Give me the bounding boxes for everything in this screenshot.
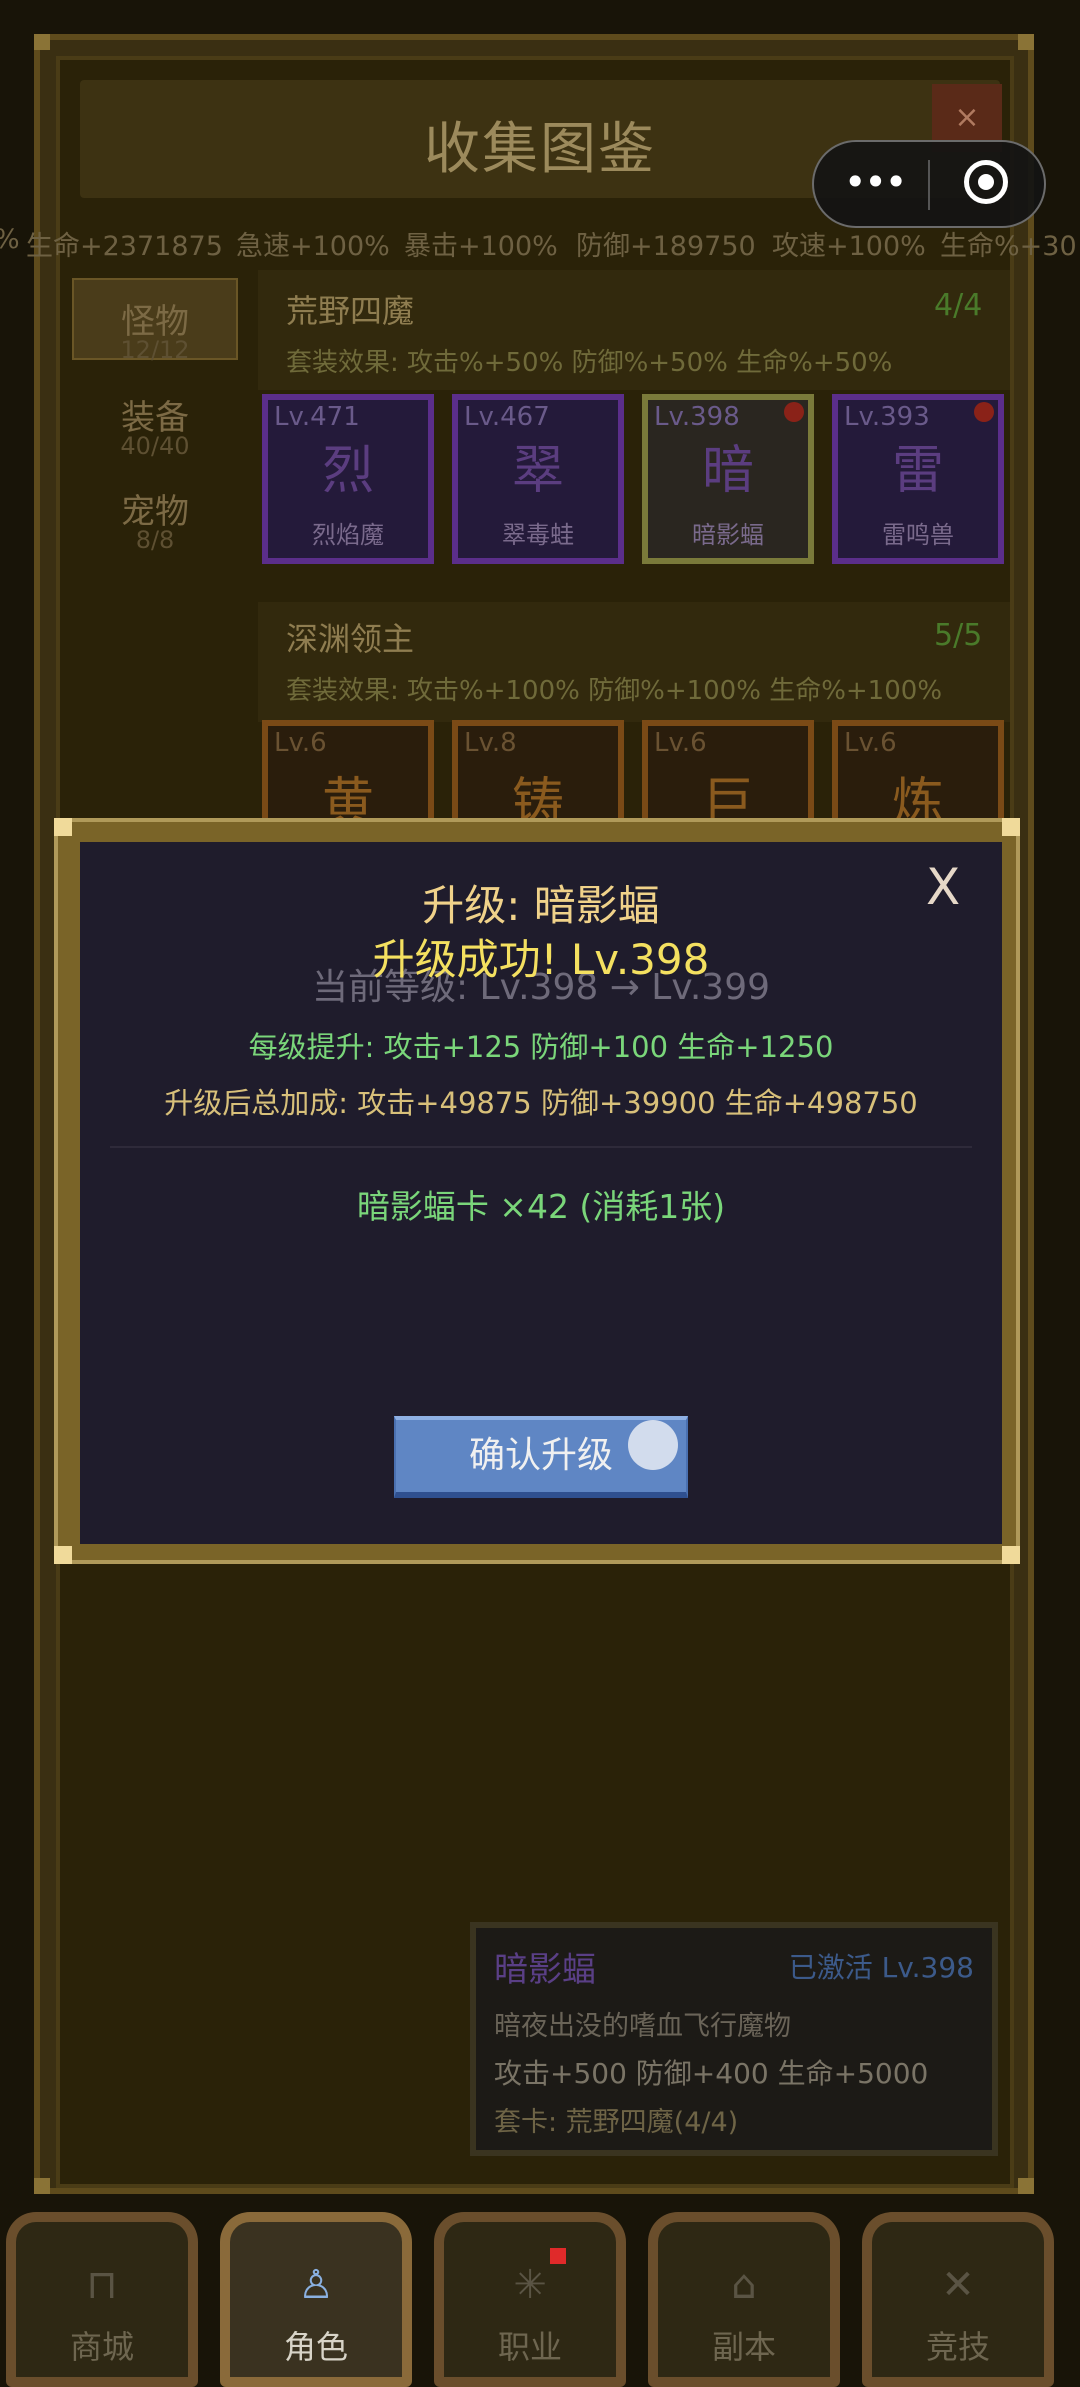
modal-corner [54,1546,72,1564]
exit-target-icon[interactable] [964,160,1008,204]
group-count: 4/4 [934,288,983,323]
card-name: 翠毒蛙 [502,521,574,549]
monster-card[interactable]: Lv.467 翠 翠毒蛙 [452,394,624,564]
stat-item: 攻速+100% [772,231,926,262]
card-level: Lv.6 [274,728,327,758]
modal-corner [1002,1546,1020,1564]
group-name: 深渊领主 [286,620,415,658]
nav-shop[interactable]: ⊓ 商城 [6,2212,198,2387]
capsule-divider [928,160,930,210]
stat-item: 急速+100% [236,231,390,262]
card-level: Lv.6 [654,728,707,758]
card-name: 雷鸣兽 [882,521,954,549]
info-card-status: 已激活 Lv.398 [788,1951,974,1984]
touch-indicator [628,1420,678,1470]
shop-icon: ⊓ [86,2262,118,2308]
mini-program-capsule: ••• [812,140,1046,228]
set-effect: 套装效果: 攻击%+50% 防御%+50% 生命%+50% [286,348,893,378]
tab-count: 8/8 [135,526,175,554]
stat-item: % [0,224,20,255]
total-stats-strip: % 生命+2371875 急速+100% 暴击+100% 防御+189750 攻… [0,218,1080,262]
frame-corner [1018,34,1034,50]
tab-pets[interactable]: 宠物 8/8 [72,474,238,556]
monster-card[interactable]: Lv.8 铸 [452,720,624,833]
card-glyph: 暗 [701,441,754,501]
modal-title: 升级: 暗影蝠 [422,881,660,930]
nav-label: 职业 [497,2328,562,2366]
more-menu-icon[interactable]: ••• [844,160,907,204]
card-inventory-count: 暗影蝠卡 ×42 (消耗1张) [356,1187,726,1226]
group-count: 5/5 [934,618,983,653]
tab-count: 40/40 [120,432,190,460]
monster-card[interactable]: Lv.6 黄 [262,720,434,833]
upgrade-success-toast: 升级成功! Lv.398 [372,935,710,984]
arena-icon: ✕ [941,2262,975,2308]
nav-label: 竞技 [925,2328,990,2366]
card-name: 暗影蝠 [692,521,764,549]
modal-corner [54,818,72,836]
class-icon: ✳ [513,2262,547,2308]
card-glyph: 雷 [891,441,944,501]
tab-equipment[interactable]: 装备 40/40 [72,380,238,462]
modal-corner [1002,818,1020,836]
set-effect: 套装效果: 攻击%+100% 防御%+100% 生命%+100% [286,676,943,706]
stat-item: 暴击+100% [404,231,558,262]
group-name: 荒野四魔 [286,292,415,330]
nav-label: 商城 [69,2328,134,2366]
nav-label: 副本 [711,2328,776,2366]
frame-corner [1018,2178,1034,2194]
card-glyph: 烈 [321,441,374,501]
total-bonus-after: 升级后总加成: 攻击+49875 防御+39900 生命+498750 [164,1086,918,1120]
info-card-description: 暗夜出没的嗜血飞行魔物 [494,2011,791,2042]
nav-class[interactable]: ✳ 职业 [434,2212,626,2387]
dungeon-icon: ⌂ [731,2262,757,2308]
monster-card[interactable]: Lv.471 烈 烈焰魔 [262,394,434,564]
card-glyph: 翠 [511,441,564,501]
selected-card-info-panel: 暗影蝠 已激活 Lv.398 暗夜出没的嗜血飞行魔物 攻击+500 防御+400… [470,1922,998,2156]
nav-arena[interactable]: ✕ 竞技 [862,2212,1054,2387]
tab-count: 12/12 [120,336,190,364]
upgrade-badge [784,402,804,422]
card-level: Lv.6 [844,728,897,758]
info-card-stats: 攻击+500 防御+400 生命+5000 [494,2057,929,2090]
card-name: 烈焰魔 [312,521,384,549]
monster-card[interactable]: Lv.6 炼 [832,720,1004,833]
stat-item: 生命+2371875 [26,231,223,262]
monster-card[interactable]: Lv.393 雷 雷鸣兽 [832,394,1004,564]
nav-label: 角色 [283,2328,348,2366]
modal-divider [110,1146,972,1148]
character-icon: ♙ [298,2262,334,2308]
stat-item: 生命%+30 [940,231,1077,262]
info-card-set: 套卡: 荒野四魔(4/4) [494,2107,739,2138]
nav-dungeon[interactable]: ⌂ 副本 [648,2212,840,2387]
per-level-bonus: 每级提升: 攻击+125 防御+100 生命+1250 [248,1030,834,1064]
info-card-name: 暗影蝠 [494,1950,596,1990]
upgrade-badge [974,402,994,422]
monster-card-selected[interactable]: Lv.398 暗 暗影蝠 [642,394,814,564]
card-level: Lv.8 [464,728,517,758]
notification-badge [550,2248,566,2264]
nav-character[interactable]: ♙ 角色 [220,2212,412,2387]
frame-corner [34,2178,50,2194]
frame-corner [34,34,50,50]
stat-item: 防御+189750 [576,231,756,262]
monster-card[interactable]: Lv.6 巨 [642,720,814,833]
tab-monsters[interactable]: 怪物 12/12 [72,278,238,364]
